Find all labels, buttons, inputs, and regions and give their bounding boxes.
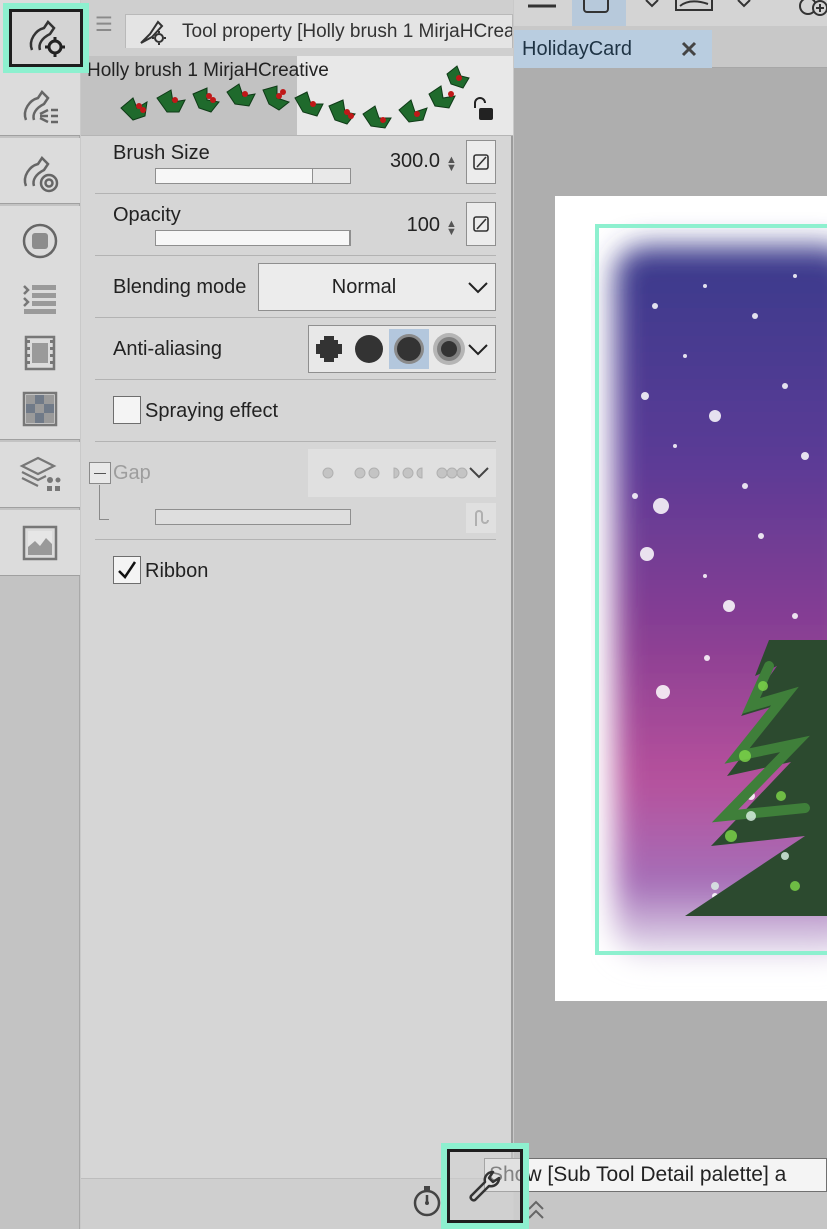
close-icon[interactable] [678,38,700,60]
aa-strong-option[interactable] [429,329,469,369]
aa-weak-icon [355,335,383,363]
material-layers-icon [19,456,61,491]
palette-icon-rail [0,0,89,1229]
tool-property-icon [140,19,166,45]
tree-connector [99,519,109,520]
ribbon-checkbox[interactable] [113,556,141,584]
tool-property-palette: ☰ Tool property [Holly brush 1 MirjaHCre… [81,0,513,1229]
gap-slider[interactable] [155,509,351,525]
opacity-slider[interactable] [155,230,351,246]
pressure-settings-icon [473,216,489,232]
show-sub-tool-detail-button[interactable] [441,1143,529,1229]
selection-frame [595,224,827,955]
sub-tool-detail-button[interactable] [0,80,80,136]
command-bar-icons [528,0,827,26]
ribbon-label: Ribbon [145,560,209,582]
tab-holidaycard[interactable]: HolidayCard [514,30,712,68]
anti-aliasing-row: Anti-aliasing [95,318,496,380]
document-tab-label: HolidayCard [522,37,633,60]
pressure-settings-icon [473,154,489,170]
chevron-down-icon [469,467,489,479]
canvas-status-strip [514,1192,827,1229]
gap-row: Gap [89,442,496,540]
sub-tool-detail-icon [23,90,58,124]
chevron-down-icon [468,282,488,294]
animation-timeline-icon [24,335,56,371]
opacity-slider-fill [156,231,350,245]
unlock-icon[interactable] [471,96,495,122]
opacity-value[interactable]: 100 [407,214,440,237]
brush-size-pressure-button[interactable] [466,140,496,184]
aa-medium-icon [394,334,424,364]
chevron-down-icon[interactable] [467,340,489,358]
palette-tab-bar: ☰ Tool property [Holly brush 1 MirjaHCre… [81,0,513,56]
brush-name: Holly brush 1 MirjaHCreative [87,60,329,81]
brush-preview: Holly brush 1 MirjaHCreative [81,56,513,136]
animation-timeline-button[interactable] [0,325,80,381]
aa-medium-option[interactable] [389,329,429,369]
brush-settings-icon [23,156,59,193]
pen-pressure-icon [475,510,489,526]
gap-pressure-button[interactable] [466,503,496,533]
navigator-button[interactable] [0,515,80,571]
tab-tool-property[interactable]: Tool property [Holly brush 1 MirjaHCreat… [125,14,513,48]
opacity-pressure-button[interactable] [466,202,496,246]
blending-mode-row: Blending mode Normal [95,256,496,318]
aa-none-option[interactable] [309,329,349,369]
gap-label: Gap [113,462,151,484]
layer-list-button[interactable] [0,270,80,326]
ribbon-row: Ribbon [95,540,496,602]
canvas-area: HolidayCard [514,0,827,1229]
tab-title: Tool property [Holly brush 1 MirjaHCreat… [182,20,513,42]
blending-mode-dropdown[interactable]: Normal [258,263,496,311]
aa-strong-icon [433,333,465,365]
aa-weak-option[interactable] [349,329,389,369]
spraying-effect-label: Spraying effect [145,400,279,422]
color-sets-icon [22,391,58,427]
brush-settings-button[interactable] [0,146,80,202]
anti-aliasing-label: Anti-aliasing [113,338,222,360]
blending-mode-label: Blending mode [113,276,247,298]
palette-menu-icon[interactable]: ☰ [95,15,113,35]
document-tab-bar: HolidayCard [514,26,827,68]
navigator-icon [22,525,58,561]
command-bar [514,0,827,26]
anti-aliasing-selector [308,325,496,373]
aa-none-icon [316,336,342,362]
spraying-effect-row: Spraying effect [95,380,496,442]
gap-selector[interactable] [308,449,496,497]
collapse-icon[interactable] [89,462,111,484]
brush-size-slider-fill [156,169,314,183]
tool-property-button[interactable] [3,3,89,73]
tree-connector [99,485,100,519]
checkmark-icon [118,561,137,579]
spraying-effect-checkbox[interactable] [113,396,141,424]
opacity-label: Opacity [113,204,181,226]
opacity-spinner-icon[interactable]: ▲ ▼ [446,219,457,238]
opacity-row: Opacity 100 ▲ ▼ [95,194,496,256]
color-sets-button[interactable] [0,381,80,437]
tool-property-icon [29,20,65,57]
brush-size-value[interactable]: 300.0 [390,150,440,173]
tooltip: Show [Sub Tool Detail palette] a [484,1158,827,1192]
canvas-paper[interactable] [555,196,827,1001]
wrench-icon [469,1170,501,1202]
material-layers-button[interactable] [0,446,80,502]
timer-icon[interactable] [412,1185,442,1217]
brush-size-spinner-icon[interactable]: ▲ ▼ [446,155,457,174]
layer-property-icon [22,223,58,259]
brush-size-slider[interactable] [155,168,351,184]
layer-property-button[interactable] [0,213,80,269]
gap-options-icon [322,467,468,479]
layer-list-icon [23,285,56,314]
double-chevron-up-icon[interactable] [526,1197,546,1223]
brush-size-row: Brush Size 300.0 ▲ ▼ [95,136,496,194]
blending-mode-value: Normal [331,276,397,298]
brush-size-label: Brush Size [113,142,210,164]
